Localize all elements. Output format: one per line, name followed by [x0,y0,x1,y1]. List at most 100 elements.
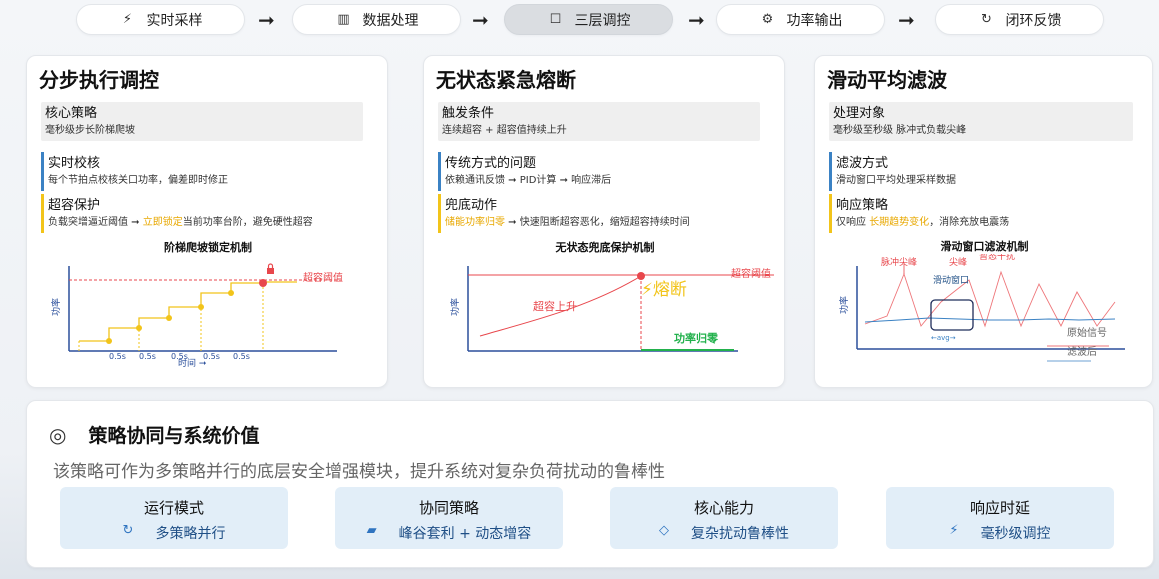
trend-chart-icon: ▰ [366,523,377,538]
zero-label: 功率归零 [674,331,719,345]
section-desc: 毫秒级至秒级 脉冲式负载尖峰 [833,125,967,136]
tick-label: 0.5s [233,352,250,361]
step-line [79,281,297,342]
step-realtime-sampling[interactable]: ⚡ 实时采样 [76,4,245,35]
card-title: 分步执行调控 [39,68,159,92]
section-title: 实时校核 [48,156,101,171]
traditional-issue-section: 传统方式的问题 依赖通讯反馈 ➞ PID计算 ➞ 响应滞后 [438,152,760,191]
threshold-label: 超容阈值 [303,271,343,284]
lightning-icon: ⚡ [122,12,133,27]
pill-value: 峰谷套利 + 动态增容 [398,526,532,542]
target-section: 处理对象 毫秒级至秒级 脉冲式负载尖峰 [829,102,1133,141]
pill-value: 多策略并行 [155,526,226,542]
avg-label: ←avg→ [931,334,956,342]
section-title: 超容保护 [48,198,101,213]
transient-label: 暂态干扰 [979,254,1015,262]
step-point [136,325,142,331]
chart-title: 无状态兜底保护机制 [555,241,655,254]
section-desc: 依赖通讯反馈 ➞ PID计算 ➞ 响应滞后 [445,175,612,186]
pill-value: 毫秒级调控 [980,526,1051,542]
shield-icon: ◇ [659,523,669,538]
pill-title: 协同策略 [418,499,479,517]
trigger-section: 触发条件 连续超容 + 超容值持续上升 [438,102,760,141]
tick-label: 0.5s [139,352,156,361]
pill-value: 复杂扰动鲁棒性 [691,526,789,542]
lock-icon [267,268,274,274]
section-desc: 毫秒级步长阶梯爬坡 [45,125,135,136]
step-lock-chart: 超容阈值 0.5s 0.5s 0.5s 0.5s 0.5s 时间 ➞ 功率 [50,263,343,368]
section-title: 处理对象 [833,106,886,121]
rise-label: 超容上升 [533,299,577,313]
refresh-icon: ↻ [122,523,134,538]
threshold-label: 超容阈值 [731,267,771,280]
realtime-check-section: 实时校核 每个节拍点校核关口功率，偏差即时修正 [41,152,363,191]
card-title: 无状态紧急熔断 [436,68,576,92]
pipeline-bar: ⚡ 实时采样 ➞ ▥ 数据处理 ➞ ☐ 三层调控 ➞ ⚙ 功率输出 ➞ ↻ 闭环… [0,4,1159,35]
step-label: 数据处理 [362,12,419,29]
step-label: 功率输出 [786,12,843,29]
synergy-header: ◎ 策略协同与系统价值 [49,421,259,448]
lightning-icon: ⚡ [949,523,959,538]
step-closed-loop-feedback[interactable]: ↻ 闭环反馈 [935,4,1104,35]
synergy-subtitle: 该策略可作为多策略并行的底层安全增强模块，提升系统对复杂负荷扰动的鲁棒性 [53,462,665,482]
y-axis-label: 功率 [50,298,62,316]
tick-label: 0.5s [109,352,126,361]
section-title: 触发条件 [442,106,495,121]
filtered-legend: 滤波后 [1067,345,1097,358]
lock-point [259,279,267,287]
synergy-panel: ◎ 策略协同与系统价值 该策略可作为多策略并行的底层安全增强模块，提升系统对复杂… [26,400,1154,568]
step-label: 实时采样 [146,12,203,29]
section-title: 兜底动作 [445,198,498,213]
section-title: 响应策略 [836,198,889,213]
arrow-right-icon: ➞ [898,8,915,32]
gear-icon: ⚙ [761,12,774,27]
synergy-title: 策略协同与系统价值 [88,425,260,447]
step-point [228,290,234,296]
filter-chart: 脉冲尖峰 尖峰 暂态干扰 滑动窗口 ←avg→ 原始信号 滤波后 功率 [838,254,1125,362]
pill-title: 运行模式 [143,499,204,517]
filtered-line [864,317,1116,323]
step-data-processing[interactable]: ▥ 数据处理 [292,4,461,35]
y-axis-label: 功率 [838,296,850,314]
pill-title: 核心能力 [693,499,754,517]
card-emergency-fuse: 无状态紧急熔断 触发条件 连续超容 + 超容值持续上升 传统方式的问题 依赖通讯… [423,55,785,388]
pill-synergy-strategy: 协同策略 ▰ 峰谷套利 + 动态增容 [335,487,563,549]
pill-title: 响应时延 [969,499,1030,517]
card-title: 滑动平均滤波 [827,68,947,92]
section-desc: 储能功率归零 ➞ 快速阻断超容恶化，缩短超容持续时间 [445,217,690,228]
spike-label: 尖峰 [949,256,967,268]
section-title: 滤波方式 [836,156,889,171]
y-axis-label: 功率 [449,298,461,316]
card-stepwise-control: 分步执行调控 核心策略 毫秒级步长阶梯爬坡 实时校核 每个节拍点校核关口功率，偏… [26,55,388,388]
step-point [106,338,112,344]
section-desc: 每个节拍点校核关口功率，偏差即时修正 [48,175,228,186]
card-moving-average-filter: 滑动平均滤波 处理对象 毫秒级至秒级 脉冲式负载尖峰 滤波方式 滑动窗口平均处理… [814,55,1153,388]
sliding-window-box [930,299,974,331]
step-power-output[interactable]: ⚙ 功率输出 [716,4,885,35]
x-axis-label: 时间 ➞ [178,357,207,368]
section-desc: 仅响应 长期趋势变化，消除充放电震荡 [836,217,1010,228]
raw-legend: 原始信号 [1067,326,1107,339]
target-icon: ◎ [49,422,67,447]
overcap-protect-section: 超容保护 负载突增逼近阈值 ➞ 立即锁定当前功率台阶，避免硬性超容 [41,194,363,233]
chart-title: 阶梯爬坡锁定机制 [164,241,252,254]
section-desc: 连续超容 + 超容值持续上升 [442,125,567,136]
pill-core-capability: 核心能力 ◇ 复杂扰动鲁棒性 [610,487,838,549]
step-point [198,304,204,310]
refresh-icon: ↻ [981,12,992,27]
section-desc: 负载突增逼近阈值 ➞ 立即锁定当前功率台阶，避免硬性超容 [48,217,313,228]
pill-run-mode: 运行模式 ↻ 多策略并行 [60,487,288,549]
window-label: 滑动窗口 [933,274,969,286]
section-title: 传统方式的问题 [445,156,537,171]
fuse-label: ⚡熔断 [641,280,687,300]
raw-signal-line [864,270,1116,328]
core-strategy-section: 核心策略 毫秒级步长阶梯爬坡 [41,102,363,141]
chart-icon: ▥ [337,12,350,27]
arrow-right-icon: ➞ [472,8,489,32]
section-desc: 滑动窗口平均处理采样数据 [836,175,956,186]
pill-response-latency: 响应时延 ⚡ 毫秒级调控 [886,487,1114,549]
arrow-right-icon: ➞ [258,8,275,32]
pulse-label: 脉冲尖峰 [881,256,917,268]
step-three-layer-control[interactable]: ☐ 三层调控 [504,4,673,35]
arrow-right-icon: ➞ [688,8,705,32]
